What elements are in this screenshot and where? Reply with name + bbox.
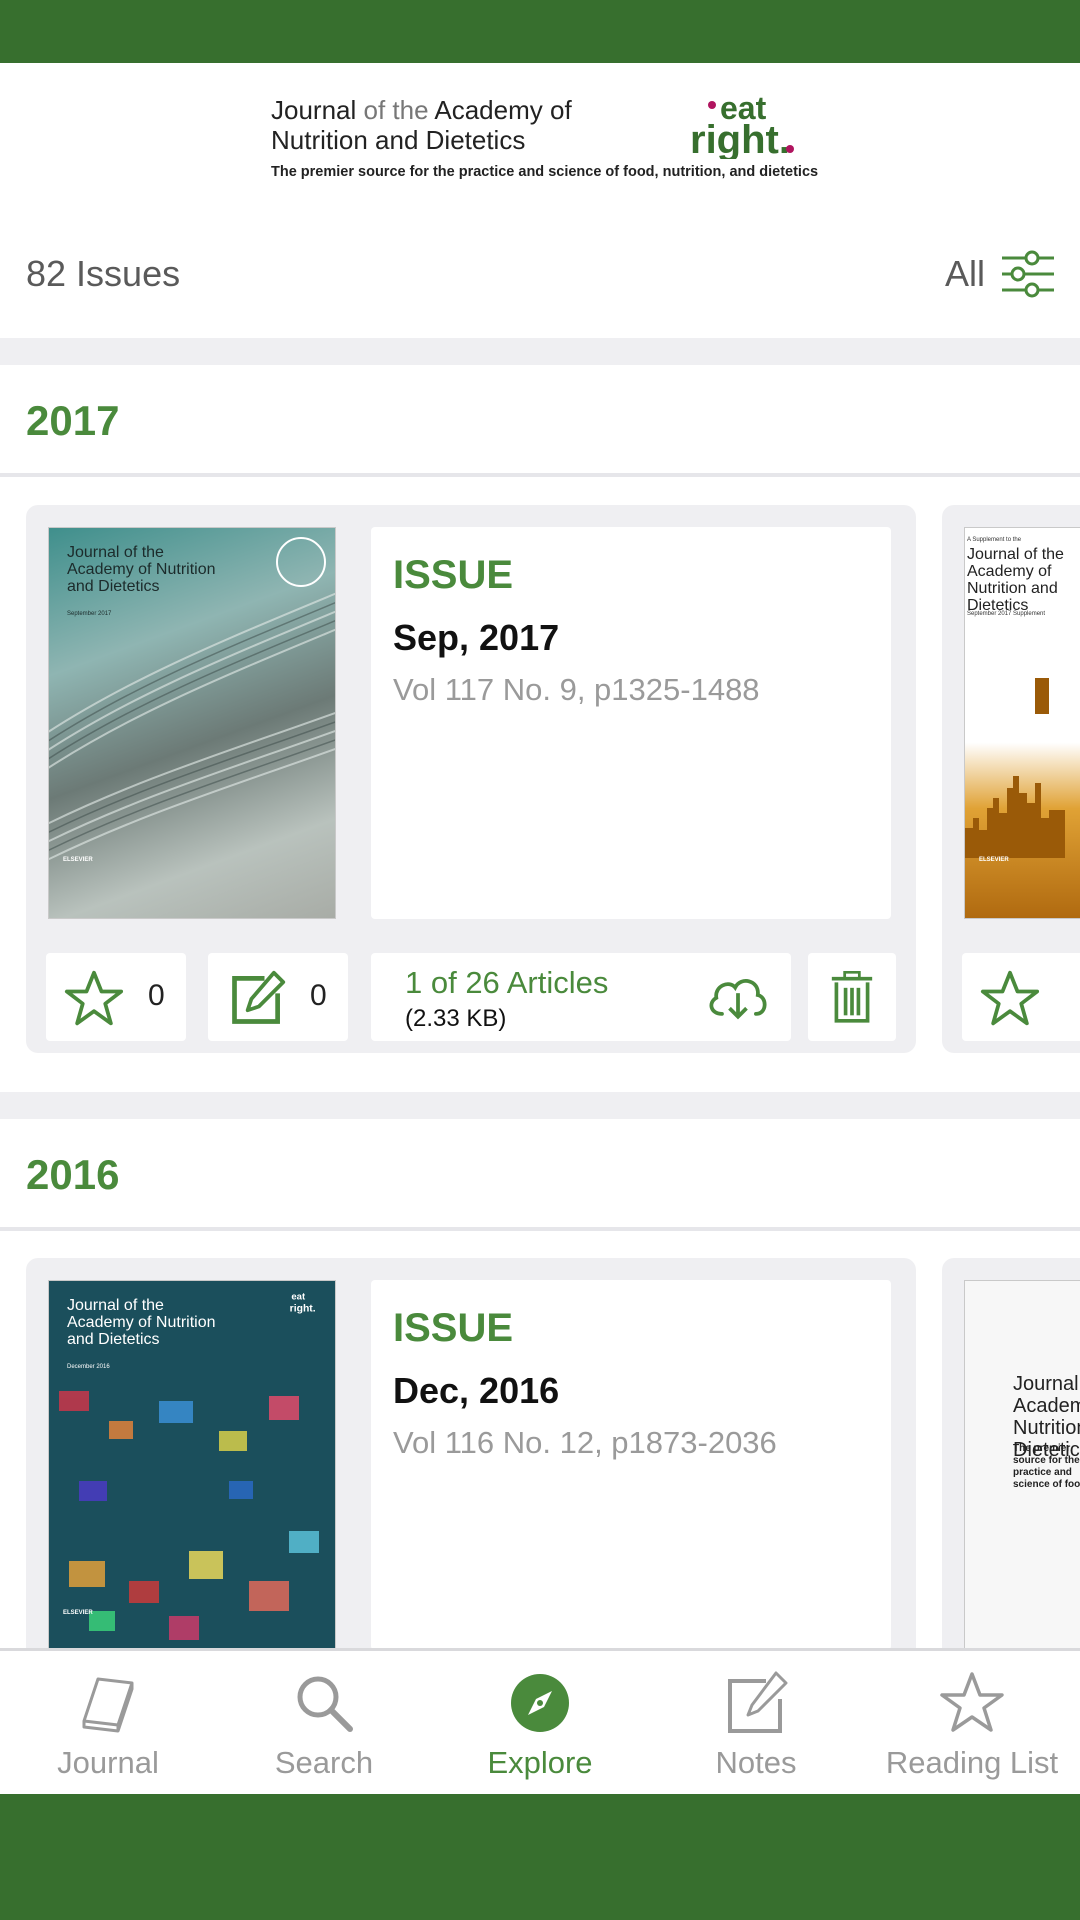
cover-publisher: ELSEVIER [63, 857, 93, 863]
svg-text:right.: right. [690, 118, 790, 159]
next-cover-title: Journal of the Academy of Nutrition and … [967, 546, 1064, 614]
nav-notes[interactable]: Notes [648, 1651, 864, 1797]
download-articles-box[interactable]: 1 of 26 Articles (2.33 KB) [371, 953, 791, 1041]
year-label: 2017 [26, 397, 120, 444]
cover-date: December 2016 [67, 1364, 110, 1370]
journal-masthead: Journal of the Academy of Nutrition and … [0, 63, 1080, 211]
status-bar [0, 0, 1080, 63]
nav-search[interactable]: Search [216, 1651, 432, 1797]
journal-title: Journal of the Academy of Nutrition and … [271, 95, 572, 155]
nav-journal[interactable]: Journal [0, 1651, 216, 1797]
issue-cover-image[interactable]: Journal of the Academy of Nutrition and … [48, 527, 336, 919]
next-cover-tagline: The premier source for the practice and … [1013, 1443, 1080, 1490]
year-header-2016: 2016 [0, 1119, 1080, 1231]
compass-icon [511, 1674, 569, 1732]
journal-icon [82, 1677, 134, 1733]
next-issue-card[interactable]: A Supplement to the Journal of the Acade… [942, 505, 1080, 1053]
issue-type-label: ISSUE [393, 553, 514, 597]
cover-date: September 2017 [67, 611, 112, 617]
edit-note-icon [232, 970, 286, 1024]
issue-type-label: ISSUE [393, 1306, 514, 1350]
next-favorite-button[interactable] [962, 953, 1080, 1041]
svg-text:right.: right. [290, 1304, 316, 1315]
nav-explore[interactable]: Explore [432, 1651, 648, 1797]
next-cover-publisher: ELSEVIER [979, 857, 1009, 863]
journal-tagline: The premier source for the practice and … [271, 164, 819, 180]
year-label: 2016 [26, 1151, 120, 1198]
filter-sliders-icon[interactable] [1002, 249, 1054, 299]
notes-button[interactable]: 0 [208, 953, 348, 1041]
skyline-artwork [965, 776, 1065, 858]
cover-title: Journal of the Academy of Nutrition and … [67, 1297, 216, 1348]
favorite-count: 0 [148, 979, 165, 1012]
cover-headline-block [1035, 678, 1049, 714]
svg-text:eat: eat [291, 1291, 306, 1302]
next-cover-date: September 2017 Supplement [967, 611, 1046, 617]
bottom-navigation: Journal Search Explore Notes Reading Lis… [0, 1648, 1080, 1797]
eatright-cover-logo: eat right. [290, 1291, 316, 1315]
next-issue-card[interactable]: Journal of the Academy of Nutrition and … [942, 1258, 1080, 1648]
issue-info-panel[interactable]: ISSUE Sep, 2017 Vol 117 No. 9, p1325-148… [371, 527, 891, 919]
star-icon [980, 970, 1040, 1026]
nav-label: Search [274, 1745, 374, 1780]
favorite-button[interactable]: 0 [46, 953, 186, 1041]
next-issue-cover-image[interactable]: Journal of the Academy of Nutrition and … [964, 1280, 1080, 1648]
delete-button[interactable] [808, 953, 896, 1041]
cloud-download-icon[interactable] [705, 971, 771, 1021]
year-header-2017: 2017 [0, 365, 1080, 477]
issues-carousel-2017[interactable]: Journal of the Academy of Nutrition and … [0, 505, 1080, 1053]
issue-date: Sep, 2017 [393, 617, 560, 658]
issue-card[interactable]: Journal of the Academy of Nutrition and … [26, 1258, 916, 1648]
system-navigation-bar [0, 1794, 1080, 1920]
issue-volume: Vol 117 No. 9, p1325-1488 [393, 672, 760, 707]
section-divider [0, 338, 1080, 365]
issue-info-panel[interactable]: ISSUE Dec, 2016 Vol 116 No. 12, p1873-20… [371, 1280, 891, 1648]
issue-cover-image[interactable]: Journal of the Academy of Nutrition and … [48, 1280, 336, 1648]
nav-reading-list[interactable]: Reading List [864, 1651, 1080, 1797]
notes-icon [728, 1671, 788, 1733]
nav-label: Journal [57, 1745, 159, 1780]
issue-date: Dec, 2016 [393, 1370, 560, 1411]
search-icon [297, 1676, 353, 1732]
trash-icon [831, 971, 873, 1023]
next-issue-cover-image[interactable]: A Supplement to the Journal of the Acade… [964, 527, 1080, 919]
issues-carousel-2016[interactable]: Journal of the Academy of Nutrition and … [0, 1258, 1080, 1648]
nav-label: Reading List [885, 1745, 1059, 1780]
issue-volume: Vol 116 No. 12, p1873-2036 [393, 1425, 777, 1460]
articles-count: 1 of 26 Articles [405, 965, 609, 1000]
section-divider [0, 1092, 1080, 1119]
nav-label: Notes [715, 1745, 797, 1780]
star-icon [64, 970, 124, 1026]
issues-summary-row: 82 Issues All [0, 211, 1080, 338]
cover-title: Journal of the Academy of Nutrition and … [67, 544, 216, 595]
supplement-label: A Supplement to the [967, 537, 1022, 543]
filter-label[interactable]: All [945, 253, 985, 295]
nav-label: Explore [487, 1745, 593, 1780]
eatright-logo: eat right. [690, 90, 794, 159]
issue-card[interactable]: Journal of the Academy of Nutrition and … [26, 505, 916, 1053]
notes-count: 0 [310, 979, 327, 1012]
star-icon [940, 1672, 1004, 1732]
cover-publisher: ELSEVIER [63, 1610, 93, 1616]
issue-count: 82 Issues [26, 253, 181, 294]
download-size: (2.33 KB) [405, 1005, 507, 1032]
